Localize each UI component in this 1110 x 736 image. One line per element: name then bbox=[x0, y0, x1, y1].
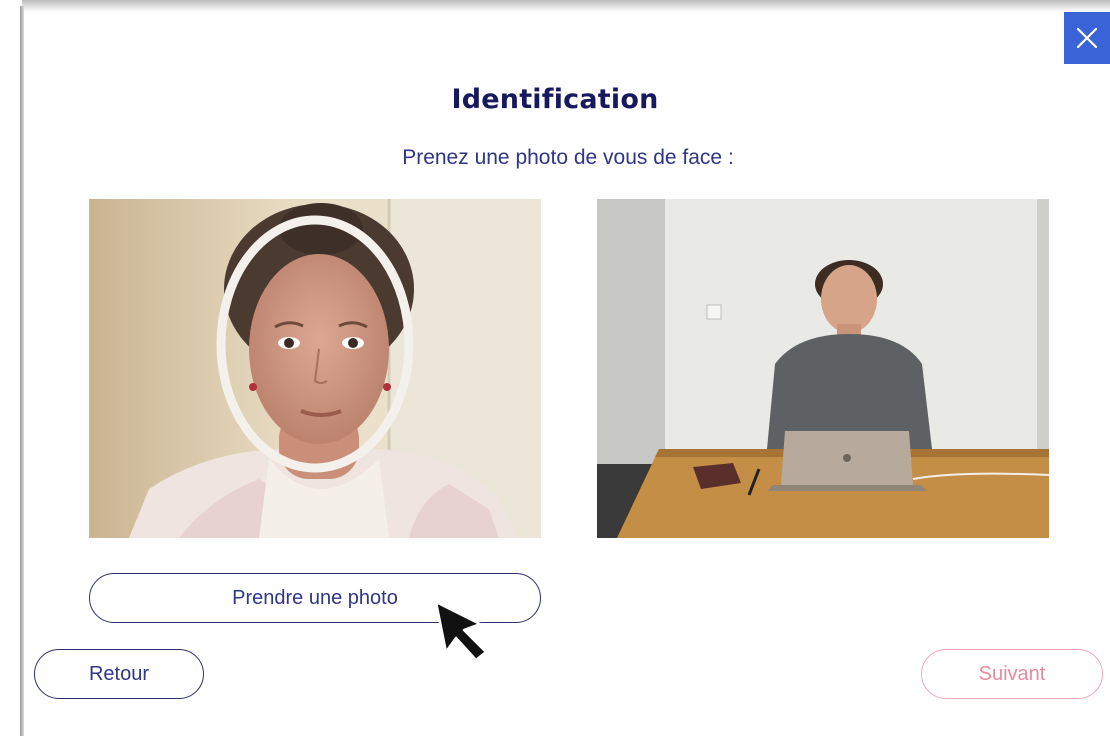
back-button[interactable]: Retour bbox=[34, 649, 204, 699]
person-at-laptop-image bbox=[597, 199, 1049, 538]
next-button[interactable]: Suivant bbox=[921, 649, 1103, 699]
example-photo bbox=[597, 199, 1049, 538]
close-icon bbox=[1076, 27, 1098, 49]
selfie-preview bbox=[89, 199, 541, 538]
mouse-pointer-icon bbox=[434, 600, 488, 662]
selfie-image bbox=[89, 199, 541, 538]
close-button[interactable] bbox=[1064, 12, 1110, 64]
window-top-shadow bbox=[22, 0, 1110, 12]
page-title: Identification bbox=[451, 84, 659, 115]
instruction-text: Prenez une photo de vous de face : bbox=[402, 146, 734, 169]
